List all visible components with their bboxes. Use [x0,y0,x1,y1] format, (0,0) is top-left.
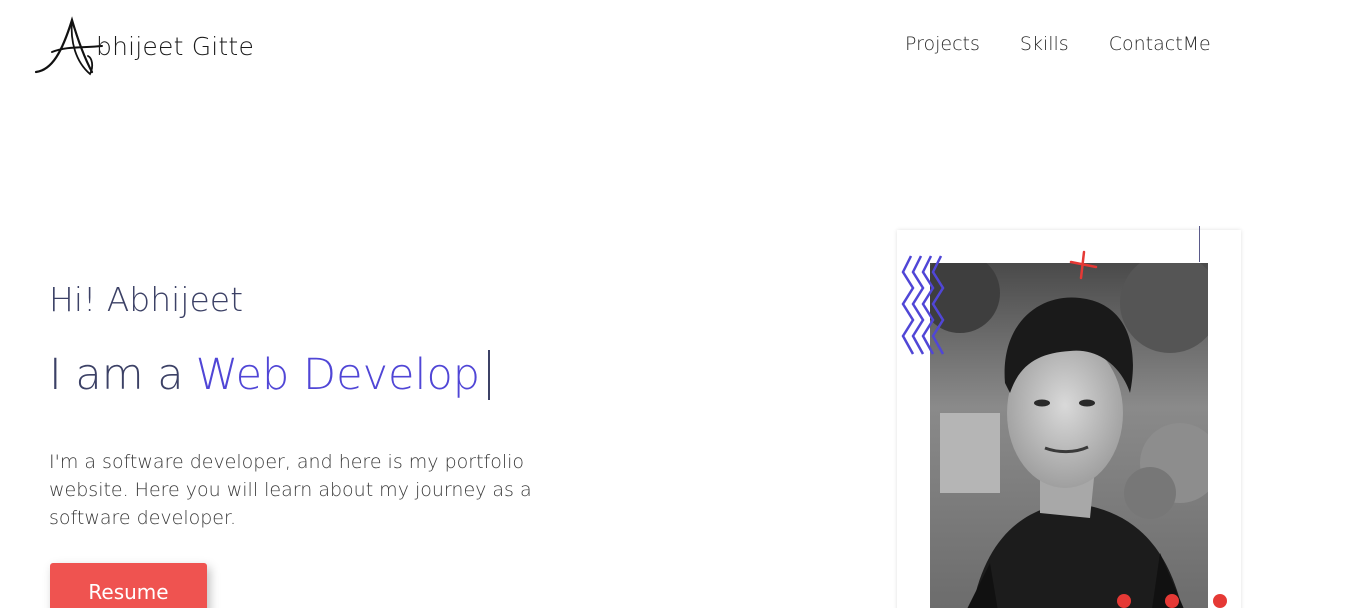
profile-photo [930,263,1208,608]
site-logo[interactable]: bhijeet Gitte [32,12,272,76]
typing-cursor [488,350,491,400]
logo-name: bhijeet Gitte [96,32,255,61]
role-typed-text: Web Develop [195,350,481,400]
cross-decoration-icon [1069,250,1098,280]
zigzag-decoration [901,255,945,355]
decor-line [1199,226,1200,262]
nav-link-projects[interactable]: Projects [905,33,980,55]
nav-link-skills[interactable]: Skills [1020,33,1069,55]
nav-link-contact[interactable]: ContactMe [1109,33,1211,55]
main-nav: Projects Skills ContactMe [905,33,1211,55]
hero-role-line: I am a Web Develop [49,350,491,400]
portfolio-page: bhijeet Gitte Projects Skills ContactMe … [0,0,1347,608]
hero-intro: I'm a software developer, and here is my… [49,451,532,529]
resume-button[interactable]: Resume [50,563,207,608]
role-prefix: I am a [49,350,184,400]
dots-decoration [1117,594,1227,608]
hero-greeting: Hi! Abhijeet [49,280,244,319]
